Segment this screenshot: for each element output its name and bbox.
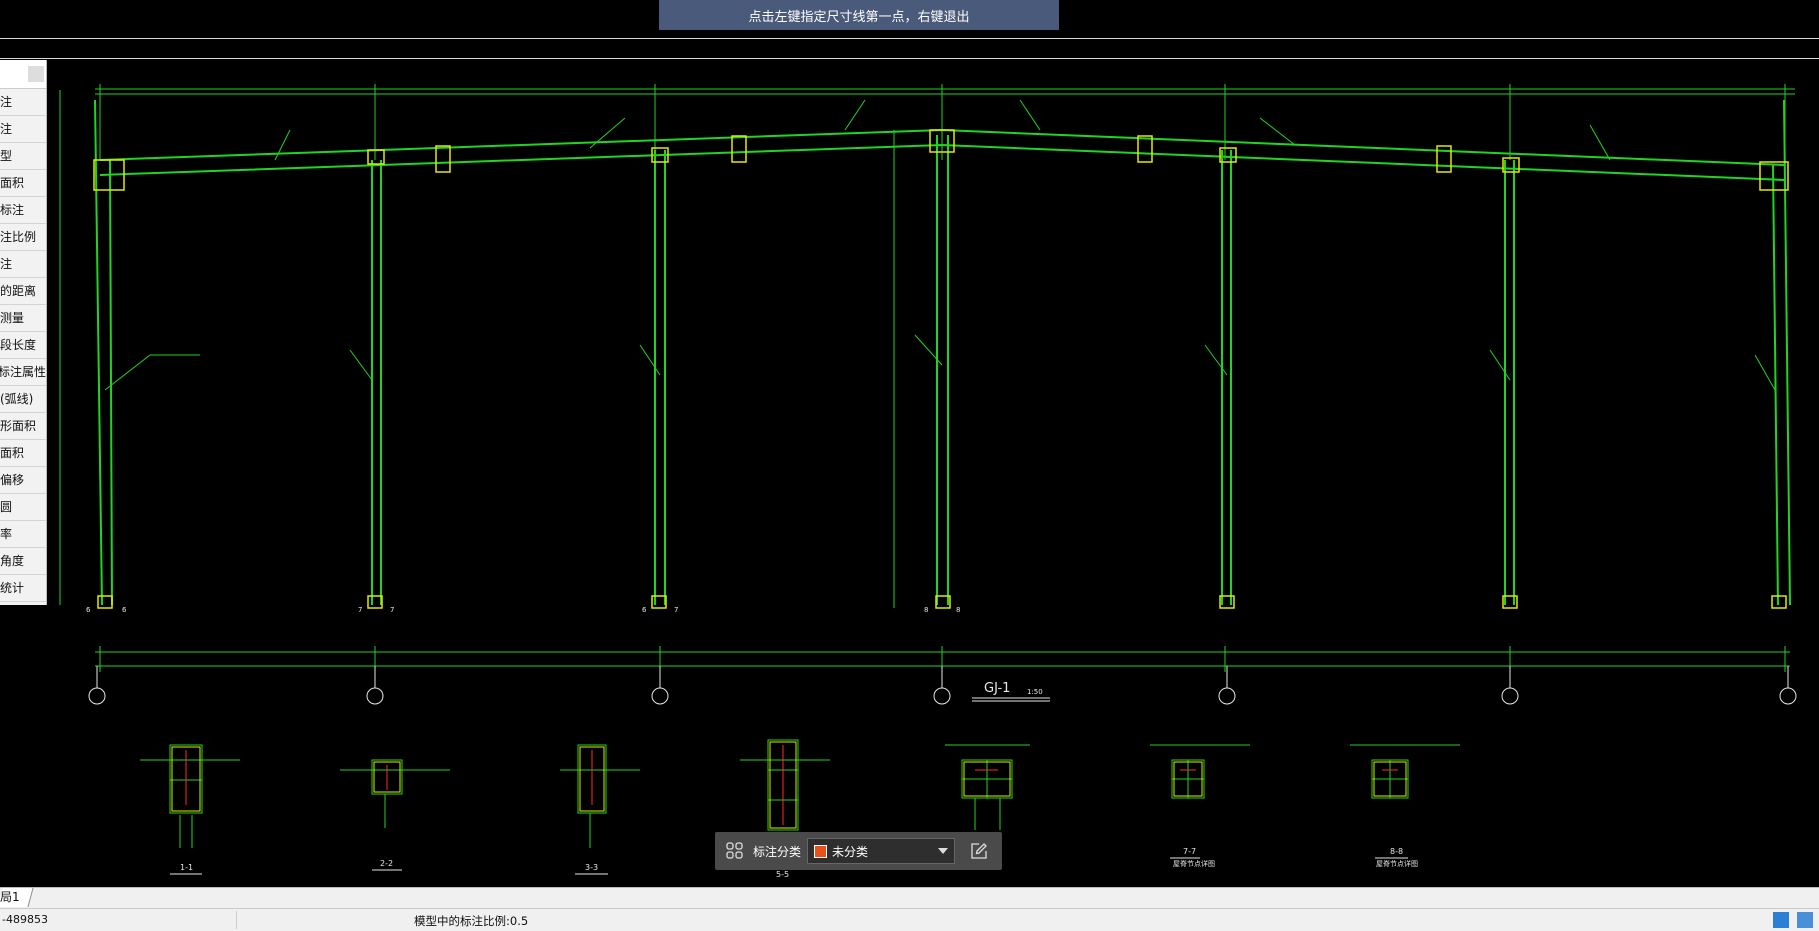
section-label-2: 2-2 (380, 859, 393, 868)
panel-item[interactable]: 的距离 (0, 278, 46, 305)
panel-close-icon[interactable] (28, 66, 44, 82)
column-tag-4: 7 (390, 606, 394, 614)
panel-item[interactable]: 标注属性 (0, 359, 46, 386)
status-divider (236, 911, 237, 929)
snap-toggle-icon[interactable] (1773, 912, 1789, 928)
panel-item[interactable]: 注 (0, 251, 46, 278)
column-tag-7: 8 (924, 606, 928, 614)
panel-item[interactable]: 注 (0, 89, 46, 116)
section-label-3: 3-3 (585, 863, 598, 872)
chevron-down-icon (938, 848, 949, 854)
section-label-8: 8-8 (1390, 847, 1403, 856)
coordinate-readout: -489853 (2, 913, 48, 926)
column-tag-6: 7 (674, 606, 678, 614)
annotation-scale-text: 模型中的标注比例:0.5 (414, 914, 529, 928)
layout-tab-bar: 局1 (0, 887, 1819, 908)
panel-item[interactable]: 注比例 (0, 224, 46, 251)
annotation-category-label: 标注分类 (753, 844, 802, 859)
panel-item[interactable]: 面积 (0, 440, 46, 467)
section-note-7: 屋脊节点详图 (1173, 859, 1215, 868)
section-note-8: 屋脊节点详图 (1376, 859, 1418, 868)
annotation-category-select[interactable]: 未分类 (807, 838, 956, 864)
panel-item[interactable]: 段长度 (0, 332, 46, 359)
panel-item[interactable]: 统计 (0, 575, 46, 602)
grid-icon[interactable] (723, 839, 747, 863)
panel-item[interactable]: (弧线) (0, 386, 46, 413)
panel-item[interactable]: 注 (0, 116, 46, 143)
panel-item[interactable]: 角度 (0, 548, 46, 575)
panel-item[interactable]: 率 (0, 521, 46, 548)
edit-icon[interactable] (967, 839, 991, 863)
category-selected-value: 未分类 (832, 844, 869, 859)
frame-title: GJ-1 (984, 681, 1010, 696)
tab-layout-1[interactable]: 局1 (0, 888, 34, 907)
cad-canvas[interactable]: GJ-1 1:50 1-1 2-2 3-3 5-5 7-7 8-8 屋脊节点详图… (0, 0, 1819, 930)
frame-scale: 1:50 (1027, 688, 1043, 696)
section-label-7: 7-7 (1183, 847, 1196, 856)
column-tag-5: 6 (642, 606, 647, 614)
column-tag-1: 6 (86, 606, 91, 614)
panel-item[interactable]: 圆 (0, 494, 46, 521)
panel-item[interactable]: 测量 (0, 305, 46, 332)
panel-item[interactable]: 型 (0, 143, 46, 170)
command-panel: 注 注 型 面积 标注 注比例 注 的距离 测量 段长度 标注属性 (弧线) 形… (0, 60, 47, 605)
panel-item[interactable]: 形面积 (0, 413, 46, 440)
panel-item[interactable]: 标注 (0, 197, 46, 224)
panel-header (0, 60, 46, 89)
annotation-toolbar: 标注分类 未分类 (715, 832, 1002, 870)
column-tag-8: 8 (956, 606, 960, 614)
category-color-swatch (814, 844, 828, 858)
section-label-1: 1-1 (180, 863, 193, 872)
column-tag-3: 7 (358, 606, 362, 614)
column-tag-2: 6 (122, 606, 127, 614)
status-bar: -489853 模型中的标注比例:0.5 (0, 908, 1819, 931)
panel-item[interactable]: 偏移 (0, 467, 46, 494)
section-label-5: 5-5 (776, 870, 789, 879)
panel-toggle-icon[interactable] (1797, 912, 1813, 928)
panel-item[interactable]: 面积 (0, 170, 46, 197)
